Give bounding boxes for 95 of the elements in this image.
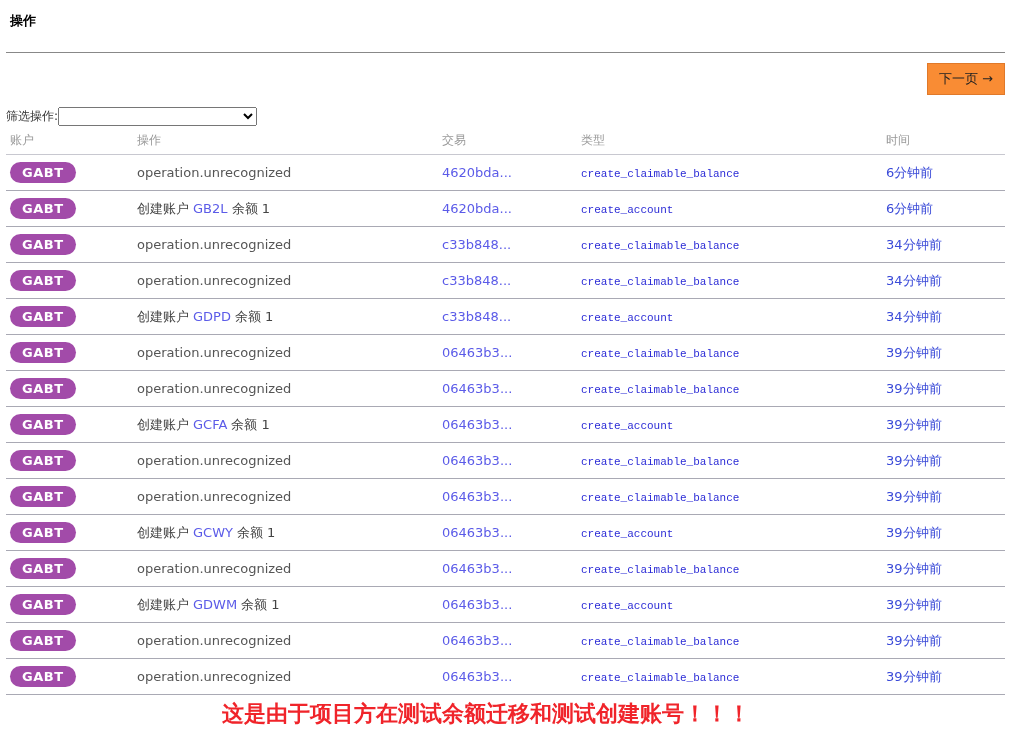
operation-text: 创建账户	[137, 415, 189, 434]
account-link[interactable]: GDPD	[193, 309, 231, 324]
transaction-link[interactable]: 06463b3...	[442, 489, 513, 504]
account-badge[interactable]: GABT	[10, 594, 76, 615]
type-link[interactable]: create_claimable_balance	[581, 168, 740, 180]
transaction-link[interactable]: 06463b3...	[442, 525, 513, 540]
balance-text: 余额 1	[234, 307, 274, 326]
transaction-link[interactable]: 06463b3...	[442, 561, 513, 576]
time-link[interactable]: 34分钟前	[886, 236, 942, 252]
account-badge[interactable]: GABT	[10, 666, 76, 687]
column-header: 交易	[442, 132, 467, 149]
type-link[interactable]: create_claimable_balance	[581, 276, 740, 288]
type-link[interactable]: create_claimable_balance	[581, 672, 740, 684]
column-header: 时间	[886, 132, 911, 149]
account-badge[interactable]: GABT	[10, 522, 76, 543]
time-link[interactable]: 6分钟前	[886, 200, 934, 216]
type-link[interactable]: create_claimable_balance	[581, 564, 740, 576]
time-link[interactable]: 34分钟前	[886, 272, 942, 288]
time-link[interactable]: 39分钟前	[886, 380, 942, 396]
time-link[interactable]: 39分钟前	[886, 668, 942, 684]
account-badge[interactable]: GABT	[10, 378, 76, 399]
transaction-link[interactable]: c33b848...	[442, 309, 512, 324]
column-header: 类型	[581, 132, 606, 149]
column-header: 操作	[137, 132, 162, 149]
account-link[interactable]: GDWM	[193, 597, 238, 612]
balance-text: 余额 1	[231, 199, 270, 218]
operation-text: operation.unrecognized	[137, 669, 292, 684]
type-link[interactable]: create_account	[581, 600, 674, 612]
account-badge[interactable]: GABT	[10, 162, 76, 183]
operation-text: operation.unrecognized	[137, 561, 292, 576]
account-badge[interactable]: GABT	[10, 306, 76, 327]
operation-text: 创建账户	[137, 199, 189, 218]
type-link[interactable]: create_claimable_balance	[581, 240, 740, 252]
transaction-link[interactable]: 06463b3...	[442, 669, 513, 684]
operation-text: operation.unrecognized	[137, 489, 292, 504]
time-link[interactable]: 39分钟前	[886, 560, 942, 576]
operation-text: operation.unrecognized	[137, 273, 292, 288]
operation-text: operation.unrecognized	[137, 165, 292, 180]
transaction-link[interactable]: 06463b3...	[442, 381, 513, 396]
time-link[interactable]: 39分钟前	[886, 416, 942, 432]
filter-select[interactable]	[58, 107, 258, 126]
transaction-link[interactable]: 4620bda...	[442, 201, 512, 216]
account-badge[interactable]: GABT	[10, 558, 76, 579]
account-link[interactable]: GCFA	[193, 417, 228, 432]
next-page-button[interactable]: 下一页 →	[926, 63, 1005, 95]
operation-text: 创建账户	[137, 523, 189, 542]
balance-text: 余额 1	[236, 523, 276, 542]
account-badge[interactable]: GABT	[10, 486, 76, 507]
type-link[interactable]: create_claimable_balance	[581, 492, 740, 504]
time-link[interactable]: 34分钟前	[886, 308, 942, 324]
page-title: 操作	[9, 12, 37, 30]
type-link[interactable]: create_claimable_balance	[581, 348, 740, 360]
type-link[interactable]: create_account	[581, 312, 674, 324]
operation-text: 创建账户	[137, 307, 189, 326]
transaction-link[interactable]: 06463b3...	[442, 453, 513, 468]
time-link[interactable]: 39分钟前	[886, 452, 942, 468]
transaction-link[interactable]: c33b848...	[442, 237, 512, 252]
time-link[interactable]: 39分钟前	[886, 632, 942, 648]
transaction-link[interactable]: 4620bda...	[442, 165, 512, 180]
account-link[interactable]: GCWY	[193, 525, 233, 540]
time-link[interactable]: 39分钟前	[886, 524, 942, 540]
type-link[interactable]: create_account	[581, 528, 674, 540]
transaction-link[interactable]: 06463b3...	[442, 597, 513, 612]
account-link[interactable]: GB2L	[193, 201, 228, 216]
operation-text: operation.unrecognized	[137, 453, 292, 468]
time-link[interactable]: 39分钟前	[886, 488, 942, 504]
account-badge[interactable]: GABT	[10, 234, 76, 255]
transaction-link[interactable]: c33b848...	[442, 273, 512, 288]
operation-text: operation.unrecognized	[137, 633, 292, 648]
account-badge[interactable]: GABT	[10, 198, 76, 219]
account-badge[interactable]: GABT	[10, 270, 76, 291]
type-link[interactable]: create_account	[581, 204, 674, 216]
operation-text: operation.unrecognized	[137, 345, 292, 360]
type-link[interactable]: create_claimable_balance	[581, 456, 740, 468]
type-link[interactable]: create_claimable_balance	[581, 384, 740, 396]
balance-text: 余额 1	[241, 595, 280, 614]
account-badge[interactable]: GABT	[10, 630, 76, 651]
column-header: 账户	[9, 132, 35, 149]
operation-text: operation.unrecognized	[137, 381, 292, 396]
account-badge[interactable]: GABT	[10, 414, 76, 435]
transaction-link[interactable]: 06463b3...	[442, 417, 513, 432]
operation-text: 创建账户	[137, 595, 189, 614]
time-link[interactable]: 39分钟前	[886, 344, 942, 360]
filter-label: 筛选操作:	[6, 108, 59, 125]
transaction-link[interactable]: 06463b3...	[442, 633, 513, 648]
operation-text: operation.unrecognized	[137, 237, 292, 252]
balance-text: 余额 1	[231, 415, 270, 434]
type-link[interactable]: create_claimable_balance	[581, 636, 740, 648]
type-link[interactable]: create_account	[581, 420, 674, 432]
annotation-caption: 这是由于项目方在测试余额迁移和测试创建账号！！！	[220, 700, 751, 728]
transaction-link[interactable]: 06463b3...	[442, 345, 513, 360]
time-link[interactable]: 39分钟前	[886, 596, 942, 612]
time-link[interactable]: 6分钟前	[886, 164, 934, 180]
account-badge[interactable]: GABT	[10, 450, 76, 471]
account-badge[interactable]: GABT	[10, 342, 76, 363]
